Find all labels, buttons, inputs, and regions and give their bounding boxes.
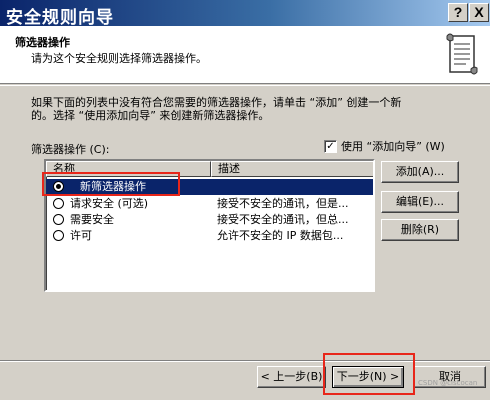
row-name: 需要安全 — [70, 213, 114, 226]
row-description: 接受不安全的通讯，但总... — [217, 213, 349, 226]
highlight-box-next-button — [323, 353, 415, 395]
instructions-line-2: 的。选择 “使用添加向导” 来创建新筛选器操作。 — [31, 109, 270, 122]
use-add-wizard-checkbox[interactable]: ✓ 使用 “添加向导” (W) — [324, 138, 445, 154]
filter-action-list-label: 筛选器操作 (C): — [31, 143, 110, 156]
list-row-request-security[interactable]: 请求安全 (可选) 接受不安全的通讯，但是... — [46, 196, 373, 212]
row-description: 允许不安全的 IP 数据包... — [217, 229, 344, 242]
header-title: 筛选器操作 — [15, 36, 70, 49]
watermark: CSDN @ciscocan — [418, 379, 478, 387]
edit-button[interactable]: 编辑(E)... — [381, 191, 459, 213]
remove-button[interactable]: 删除(R) — [381, 219, 459, 241]
radio-icon[interactable] — [53, 214, 64, 225]
checkbox-check-icon[interactable]: ✓ — [324, 139, 337, 153]
instructions-line-1: 如果下面的列表中没有符合您需要的筛选器操作，请单击 “添加” 创建一个新 — [31, 96, 402, 109]
row-name: 请求安全 (可选) — [70, 197, 149, 210]
header-divider — [0, 85, 490, 86]
list-row-require-security[interactable]: 需要安全 接受不安全的通讯，但总... — [46, 212, 373, 228]
row-description: 接受不安全的通讯，但是... — [217, 197, 349, 210]
highlight-box-list-row — [42, 172, 180, 196]
instructions-text: 如果下面的列表中没有符合您需要的筛选器操作，请单击 “添加” 创建一个新 的。选… — [31, 96, 471, 122]
title-bar: 安全规则向导 ? X — [0, 0, 490, 28]
list-row-permit[interactable]: 许可 允许不安全的 IP 数据包... — [46, 228, 373, 244]
footer-divider — [0, 360, 490, 362]
window-title: 安全规则向导 — [6, 8, 114, 28]
radio-icon[interactable] — [53, 198, 64, 209]
back-button[interactable]: < 上一步(B) — [257, 366, 326, 388]
add-button[interactable]: 添加(A)... — [381, 161, 459, 183]
header-subtitle: 请为这个安全规则选择筛选器操作。 — [31, 52, 207, 65]
close-button[interactable]: X — [469, 3, 489, 22]
row-name: 许可 — [70, 229, 92, 242]
radio-icon[interactable] — [53, 230, 64, 241]
column-header-description[interactable]: 描述 — [211, 161, 373, 177]
help-button[interactable]: ? — [448, 3, 468, 22]
scroll-document-icon — [446, 33, 478, 75]
use-add-wizard-label: 使用 “添加向导” (W) — [341, 140, 445, 153]
wizard-header: 筛选器操作 请为这个安全规则选择筛选器操作。 — [0, 26, 490, 84]
